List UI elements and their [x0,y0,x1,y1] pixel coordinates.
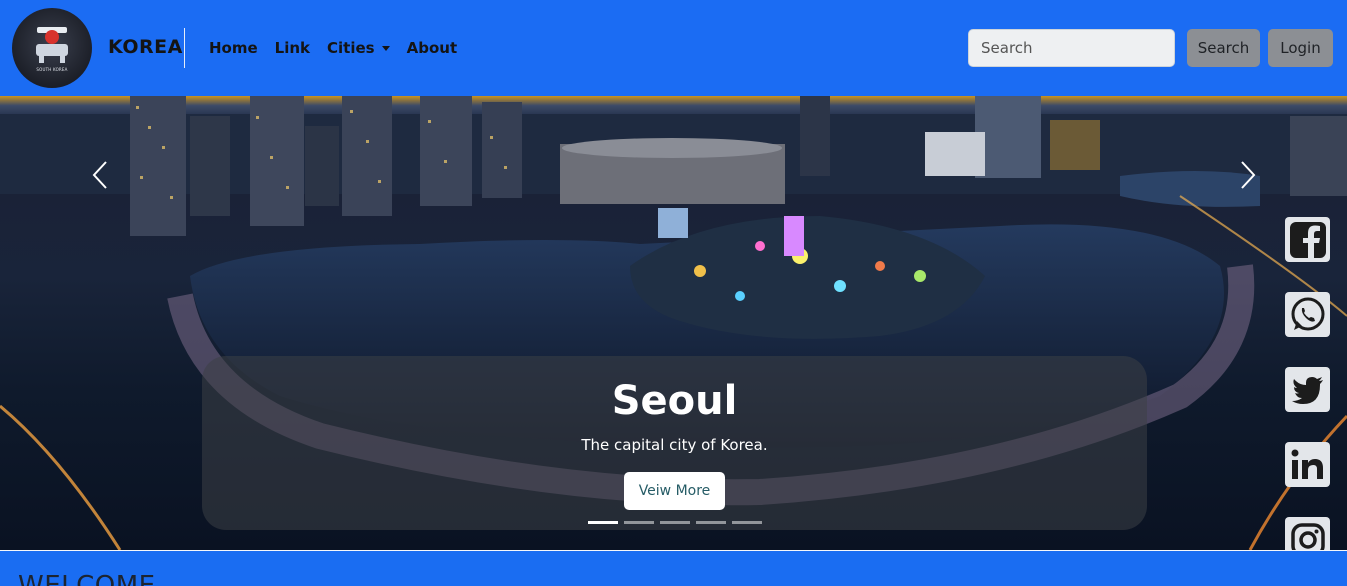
view-more-button[interactable]: Veiw More [624,472,725,510]
search-input[interactable] [968,29,1175,67]
nav-cities-label: Cities [327,39,375,57]
caret-down-icon [381,45,390,51]
whatsapp-icon [1291,297,1324,330]
nav-home[interactable]: Home [209,39,258,57]
welcome-section: WELCOME [0,550,1347,586]
navbar-divider [184,28,185,68]
carousel-prev-button[interactable] [88,158,112,192]
welcome-heading: WELCOME [18,571,156,586]
chevron-left-icon [92,161,107,189]
facebook-icon [1289,221,1326,258]
logo-pillar [39,55,44,63]
slide-title: Seoul [611,378,738,424]
brand-name[interactable]: KOREA [108,36,183,58]
carousel-indicator[interactable] [660,521,690,524]
nav-about[interactable]: About [407,39,458,57]
search-button[interactable]: Search [1187,29,1260,67]
login-button[interactable]: Login [1268,29,1333,67]
hero-carousel: Seoul The capital city of Korea. Veiw Mo… [0,96,1347,550]
nav-links: Home Link Cities About [209,39,457,57]
logo-pillar [60,55,65,63]
carousel-caption: Seoul The capital city of Korea. Veiw Mo… [202,356,1147,530]
nav-cities-dropdown[interactable]: Cities [327,39,390,57]
carousel-indicators [588,521,762,524]
logo-sun [45,30,59,44]
whatsapp-link[interactable] [1285,292,1330,337]
facebook-link[interactable] [1285,217,1330,262]
carousel-indicator[interactable] [624,521,654,524]
carousel-indicator[interactable] [696,521,726,524]
slide-subtitle: The capital city of Korea. [581,436,768,454]
carousel-next-button[interactable] [1236,158,1260,192]
carousel-indicator[interactable] [732,521,762,524]
twitter-icon [1291,376,1323,404]
nav-link[interactable]: Link [275,39,310,57]
linkedin-icon [1291,449,1323,479]
carousel-indicator[interactable] [588,521,618,524]
logo-text: SOUTH KOREA [36,67,68,72]
korea-logo[interactable]: SOUTH KOREA [12,8,92,88]
navbar: SOUTH KOREA KOREA Home Link Cities About… [0,0,1347,96]
twitter-link[interactable] [1285,367,1330,412]
linkedin-link[interactable] [1285,442,1330,487]
chevron-right-icon [1241,161,1256,189]
